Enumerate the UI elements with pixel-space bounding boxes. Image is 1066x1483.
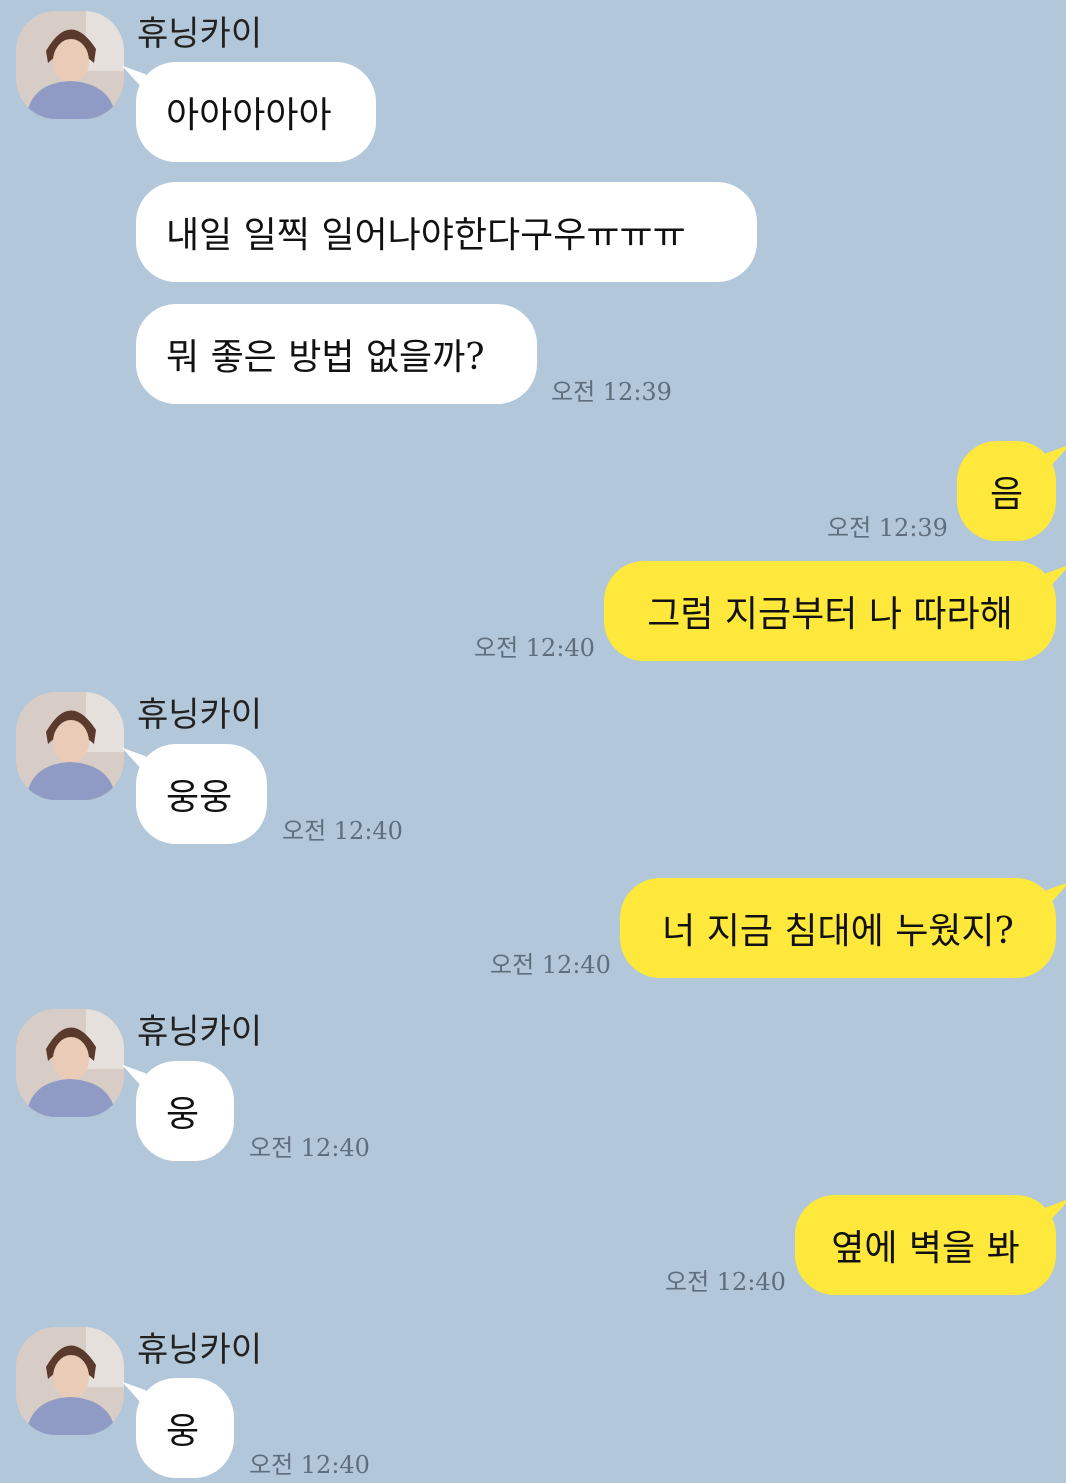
message-bubble[interactable]: 내일 일찍 일어나야한다구우ㅠㅠㅠ <box>136 182 757 282</box>
message-bubble[interactable]: 웅 <box>136 1378 234 1478</box>
message-timestamp: 오전 12:40 <box>474 634 595 662</box>
sender-name: 휴닝카이 <box>137 1012 263 1052</box>
sender-name: 휴닝카이 <box>137 1330 263 1370</box>
message-timestamp: 오전 12:39 <box>551 378 672 406</box>
message-bubble[interactable]: 뭐 좋은 방법 없을까? <box>136 304 537 404</box>
profile-avatar[interactable] <box>16 692 124 800</box>
message-bubble[interactable]: 그럼 지금부터 나 따라해 <box>604 561 1056 661</box>
message-bubble[interactable]: 음 <box>957 441 1056 541</box>
sender-name: 휴닝카이 <box>137 695 263 735</box>
message-bubble[interactable]: 너 지금 침대에 누웠지? <box>620 878 1056 978</box>
message-timestamp: 오전 12:40 <box>490 951 611 979</box>
message-timestamp: 오전 12:40 <box>282 817 403 845</box>
message-bubble[interactable]: 아아아아아 <box>136 62 376 162</box>
message-bubble[interactable]: 웅 <box>136 1061 234 1161</box>
message-timestamp: 오전 12:40 <box>249 1134 370 1162</box>
message-timestamp: 오전 12:40 <box>249 1451 370 1479</box>
message-timestamp: 오전 12:40 <box>665 1268 786 1296</box>
profile-avatar[interactable] <box>16 1327 124 1435</box>
profile-avatar[interactable] <box>16 1009 124 1117</box>
chat-room: 휴닝카이 아아아아아 내일 일찍 일어나야한다구우ㅠㅠㅠ 뭐 좋은 방법 없을까… <box>0 0 1066 1483</box>
message-timestamp: 오전 12:39 <box>827 514 948 542</box>
profile-avatar[interactable] <box>16 11 124 119</box>
message-bubble[interactable]: 옆에 벽을 봐 <box>795 1195 1056 1295</box>
message-bubble[interactable]: 웅웅 <box>136 744 267 844</box>
sender-name: 휴닝카이 <box>137 14 263 54</box>
